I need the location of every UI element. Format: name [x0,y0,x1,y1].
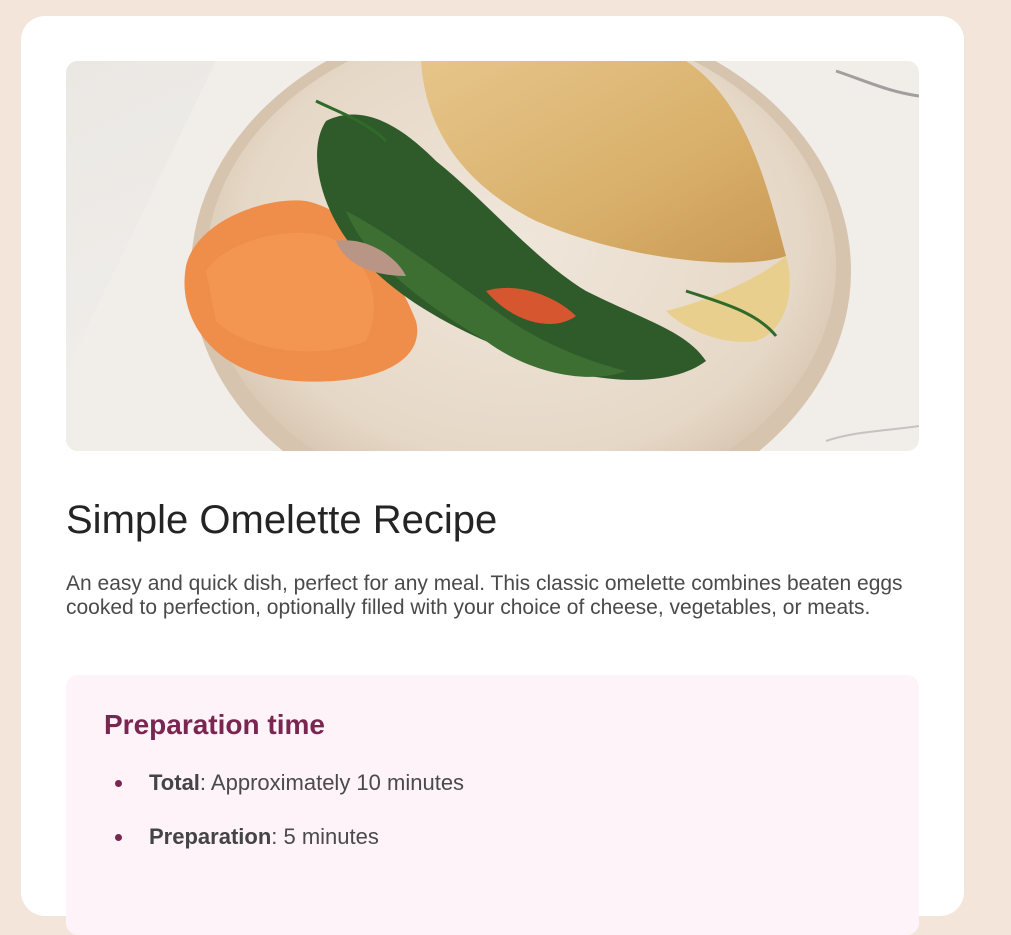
omelette-photo [66,61,919,451]
list-item: Preparation: 5 minutes [104,823,464,877]
preparation-time-heading: Preparation time [104,709,325,740]
bullet-icon [115,780,122,787]
prep-item-value: : 5 minutes [271,824,379,849]
preparation-time-section: Preparation time Total: Approximately 10… [66,675,919,935]
preparation-time-list: Total: Approximately 10 minutes Preparat… [104,769,464,877]
recipe-image [66,61,919,451]
bullet-icon [115,834,122,841]
recipe-card: Simple Omelette Recipe An easy and quick… [21,16,964,935]
prep-item-value: : Approximately 10 minutes [199,770,465,795]
prep-item-label: Preparation [149,824,272,849]
recipe-description: An easy and quick dish, perfect for any … [66,572,903,619]
recipe-title: Simple Omelette Recipe [66,498,498,542]
list-item: Total: Approximately 10 minutes [104,769,464,823]
prep-item-label: Total [149,770,200,795]
